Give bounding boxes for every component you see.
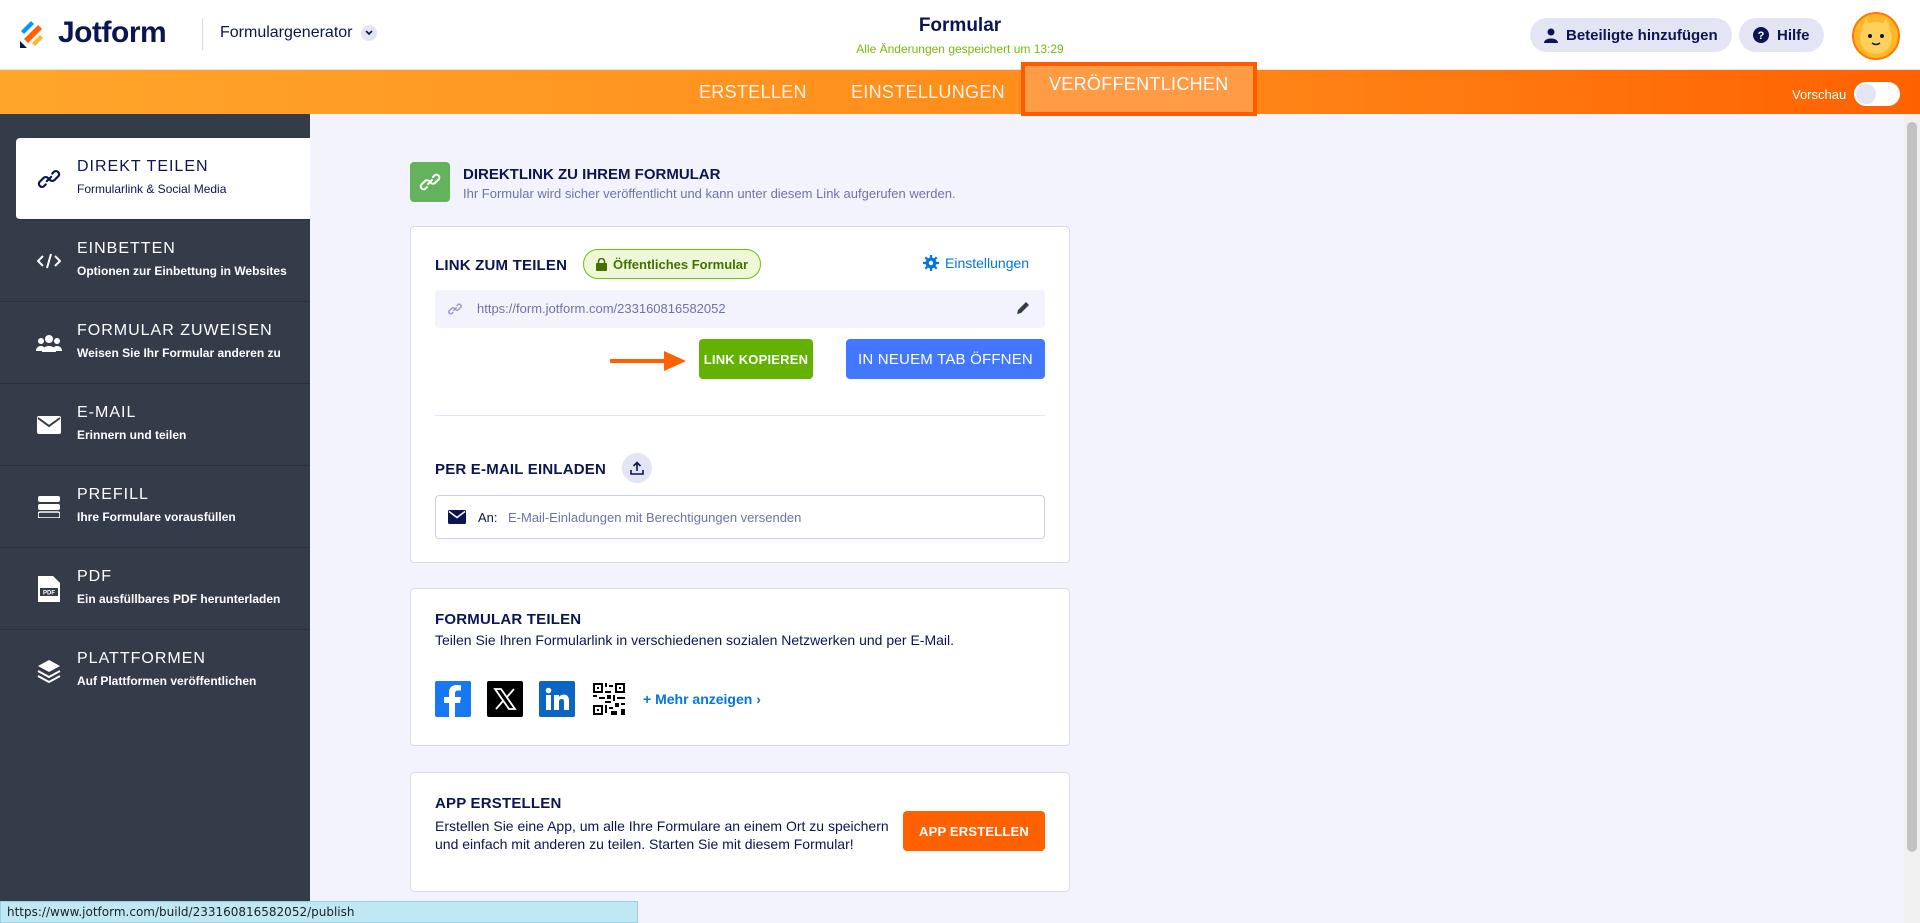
main-nav: ERSTELLEN EINSTELLUNGEN VERÖFFENTLICHEN … xyxy=(0,62,1920,116)
builder-selector[interactable]: Formulargenerator xyxy=(220,24,377,42)
create-app-title: APP ERSTELLEN xyxy=(435,795,562,812)
sidebar-item-subtitle: Auf Plattformen veröffentlichen xyxy=(77,674,257,688)
top-header: Jotform Formulargenerator Formular Alle … xyxy=(0,0,1920,70)
tab-erstellen[interactable]: ERSTELLEN xyxy=(699,70,807,114)
sidebar-item-plattformen[interactable]: PLATTFORMEN Auf Plattformen veröffentlic… xyxy=(0,630,310,712)
sidebar-item-title: E-MAIL xyxy=(77,404,137,421)
sidebar-item-e-mail[interactable]: E-MAIL Erinnern und teilen xyxy=(0,384,310,466)
builder-select-label: Formulargenerator xyxy=(220,24,353,41)
sidebar-item-title: DIREKT TEILEN xyxy=(77,158,209,175)
sidebar-item-title: EINBETTEN xyxy=(77,240,176,257)
brand-name: Jotform xyxy=(58,16,167,49)
link-icon xyxy=(410,162,450,202)
sidebar-item-subtitle: Formularlink & Social Media xyxy=(77,182,227,196)
settings-label: Einstellungen xyxy=(945,255,1030,271)
toggle-knob xyxy=(1856,84,1877,104)
share-link-card: LINK ZUM TEILEN Öffentliches Formular Ei… xyxy=(410,226,1070,563)
direct-link-title: DIREKTLINK ZU IHREM FORMULAR xyxy=(463,166,721,183)
preview-toggle[interactable] xyxy=(1854,82,1901,106)
jotform-logo-icon xyxy=(20,21,43,48)
form-url-text: https://form.jotform.com/233160816582052 xyxy=(477,301,726,316)
lock-icon xyxy=(596,257,607,271)
arrow-pointer-icon xyxy=(610,351,686,371)
svg-text:PDF: PDF xyxy=(43,591,55,597)
sidebar-item-subtitle: Ein ausfüllbares PDF herunterladen xyxy=(77,592,281,606)
email-placeholder: E-Mail-Einladungen mit Berechtigungen ve… xyxy=(508,510,802,525)
sidebar-item-formular-zuweisen[interactable]: FORMULAR ZUWEISEN Weisen Sie Ihr Formula… xyxy=(0,302,310,384)
x-icon[interactable] xyxy=(487,681,523,717)
sidebar-item-subtitle: Erinnern und teilen xyxy=(77,428,187,442)
page-scrollbar[interactable] xyxy=(1904,114,1920,923)
chevron-down-icon xyxy=(360,25,377,41)
tab-veroeffentlichen[interactable]: VERÖFFENTLICHEN xyxy=(1021,62,1257,116)
sidebar-item-prefill[interactable]: PREFILL Ihre Formulare vorausfüllen xyxy=(0,466,310,548)
email-to-label: An: xyxy=(478,510,498,525)
public-form-badge[interactable]: Öffentliches Formular xyxy=(583,249,762,279)
help-icon: ? xyxy=(1753,27,1769,43)
sidebar-item-title: PDF xyxy=(77,568,112,585)
sidebar-item-subtitle: Ihre Formulare vorausfüllen xyxy=(77,510,236,524)
create-app-text: Erstellen Sie eine App, um alle Ihre For… xyxy=(435,818,889,852)
mail-icon xyxy=(36,414,62,436)
settings-link[interactable]: Einstellungen xyxy=(923,255,1029,271)
create-app-button[interactable]: APP ERSTELLEN xyxy=(903,811,1045,851)
sidebar-item-subtitle: Optionen zur Einbettung in Websites xyxy=(77,264,287,278)
pencil-icon[interactable] xyxy=(1015,300,1031,316)
upload-button[interactable] xyxy=(622,453,652,483)
sidebar-item-einbetten[interactable]: EINBETTEN Optionen zur Einbettung in Web… xyxy=(0,220,310,302)
publish-sidebar: DIREKT TEILEN Formularlink & Social Medi… xyxy=(0,114,310,923)
form-url-field[interactable]: https://form.jotform.com/233160816582052 xyxy=(435,290,1045,328)
preview-label: Vorschau xyxy=(1792,86,1847,102)
linkedin-icon[interactable] xyxy=(539,681,575,717)
help-label: Hilfe xyxy=(1777,26,1810,44)
sidebar-item-direkt-teilen[interactable]: DIREKT TEILEN Formularlink & Social Medi… xyxy=(16,138,310,220)
link-icon xyxy=(36,168,62,190)
facebook-icon[interactable] xyxy=(435,681,471,717)
browser-status-bar: https://www.jotform.com/build/2331608165… xyxy=(0,901,638,923)
sidebar-item-title: PLATTFORMEN xyxy=(77,650,206,667)
qr-code-icon[interactable] xyxy=(591,681,627,717)
sidebar-item-title: PREFILL xyxy=(77,486,149,503)
help-button[interactable]: ? Hilfe xyxy=(1739,18,1824,52)
sidebar-item-subtitle: Weisen Sie Ihr Formular anderen zu xyxy=(77,346,281,360)
copy-link-button[interactable]: LINK KOPIEREN xyxy=(699,339,813,379)
tab-einstellungen[interactable]: EINSTELLUNGEN xyxy=(851,70,1005,114)
card-divider xyxy=(435,415,1045,416)
avatar-icon xyxy=(1860,18,1892,54)
user-icon xyxy=(1544,28,1558,43)
layers-icon xyxy=(36,660,62,683)
open-new-tab-button[interactable]: IN NEUEM TAB ÖFFNEN xyxy=(846,339,1045,379)
share-form-title: FORMULAR TEILEN xyxy=(435,611,582,628)
preview-toggle-wrap: Vorschau xyxy=(1792,82,1901,106)
svg-text:?: ? xyxy=(1758,30,1765,42)
code-icon xyxy=(36,250,62,272)
avatar[interactable] xyxy=(1852,12,1900,60)
create-app-card: APP ERSTELLEN Erstellen Sie eine App, um… xyxy=(410,772,1070,892)
jotform-logo[interactable]: Jotform xyxy=(18,16,167,50)
sidebar-item-title: FORMULAR ZUWEISEN xyxy=(77,322,273,339)
header-divider xyxy=(202,18,203,50)
email-invite-input[interactable]: An: E-Mail-Einladungen mit Berechtigunge… xyxy=(435,495,1045,539)
scrollbar-thumb[interactable] xyxy=(1907,122,1917,852)
share-link-label: LINK ZUM TEILEN xyxy=(435,257,568,274)
gear-icon xyxy=(923,255,939,271)
invite-email-label: PER E-MAIL EINLADEN xyxy=(435,461,607,478)
upload-icon xyxy=(630,461,644,475)
add-participants-button[interactable]: Beteiligte hinzufügen xyxy=(1530,18,1732,52)
show-more-link[interactable]: + Mehr anzeigen › xyxy=(643,691,761,707)
pdf-icon: PDF xyxy=(36,576,62,602)
prefill-icon xyxy=(36,496,62,518)
users-icon xyxy=(36,332,62,354)
sidebar-item-pdf[interactable]: PDF PDF Ein ausfüllbares PDF herunterlad… xyxy=(0,548,310,630)
share-form-card: FORMULAR TEILEN Teilen Sie Ihren Formula… xyxy=(410,588,1070,746)
share-form-subtitle: Teilen Sie Ihren Formularlink in verschi… xyxy=(435,632,955,648)
mail-icon xyxy=(448,510,466,524)
link-icon xyxy=(448,303,462,315)
public-form-label: Öffentliches Formular xyxy=(613,256,749,272)
add-participants-label: Beteiligte hinzufügen xyxy=(1566,26,1718,44)
direct-link-subtitle: Ihr Formular wird sicher veröffentlicht … xyxy=(463,186,956,201)
